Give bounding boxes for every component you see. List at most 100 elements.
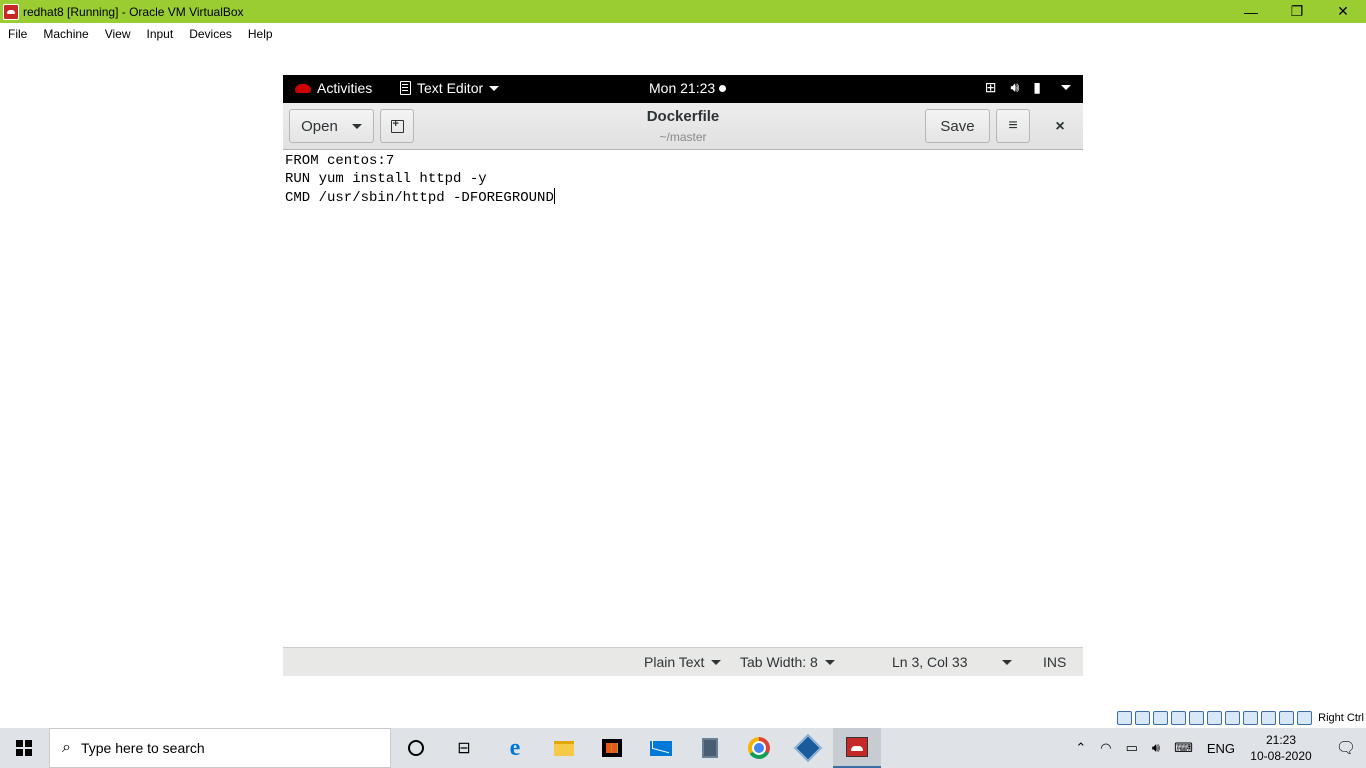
close-icon[interactable]: × bbox=[1048, 117, 1072, 137]
clock-time: 21:23 bbox=[1265, 733, 1297, 747]
store-icon bbox=[602, 739, 622, 757]
insert-mode-indicator: INS bbox=[1043, 654, 1066, 670]
vm-status-strip: Right Ctrl bbox=[1117, 709, 1366, 727]
battery-icon[interactable]: ▭ bbox=[1126, 740, 1138, 756]
code-line: FROM centos:7 bbox=[285, 153, 395, 169]
wifi-icon[interactable]: ◠ bbox=[1100, 740, 1111, 756]
store-button[interactable] bbox=[588, 728, 636, 768]
chevron-down-icon bbox=[1001, 659, 1012, 665]
menu-devices[interactable]: Devices bbox=[183, 27, 238, 41]
clock-button[interactable]: Mon 21:23 bbox=[649, 80, 727, 96]
window-title: redhat8 [Running] - Oracle VM VirtualBox bbox=[23, 4, 244, 19]
virtualbox-icon bbox=[793, 733, 823, 763]
tab-width-selector[interactable]: Tab Width: 8 bbox=[740, 654, 835, 670]
language-selector[interactable]: Plain Text bbox=[644, 654, 722, 670]
text-editor-area[interactable]: FROM centos:7 RUN yum install httpd -y C… bbox=[283, 150, 1083, 647]
chevron-down-icon bbox=[711, 659, 722, 665]
folder-icon bbox=[554, 740, 574, 756]
search-icon: ⌕ bbox=[62, 739, 71, 756]
volume-icon[interactable]: 🔊︎ bbox=[1152, 740, 1160, 756]
mouse-integration-icon[interactable] bbox=[1279, 711, 1295, 725]
text-editor-icon bbox=[400, 81, 411, 95]
text-cursor bbox=[553, 188, 555, 204]
volume-icon: 🔊︎ bbox=[1010, 79, 1020, 95]
virtualbox-vm-icon bbox=[3, 3, 19, 20]
network-adapter-icon[interactable] bbox=[1171, 711, 1187, 725]
edge-button[interactable]: e bbox=[491, 728, 539, 768]
cursor-position-selector[interactable]: Ln 3, Col 33 bbox=[892, 654, 1012, 670]
keyboard-capture-icon[interactable] bbox=[1297, 711, 1313, 725]
vm-window-titlebar: redhat8 [Running] - Oracle VM VirtualBox… bbox=[0, 0, 1366, 23]
chevron-down-icon bbox=[489, 85, 500, 91]
clock-label: Mon 21:23 bbox=[649, 80, 716, 96]
redhat-vm-icon bbox=[846, 737, 868, 757]
minimize-button[interactable]: — bbox=[1228, 0, 1274, 23]
windows-logo-icon bbox=[16, 740, 32, 756]
restore-button[interactable]: ❐ bbox=[1274, 0, 1320, 23]
guest-display[interactable]: Activities Text Editor Mon 21:23 ⊞ 🔊︎ ▮ … bbox=[283, 75, 1083, 676]
taskbar-search-box[interactable]: ⌕ Type here to search bbox=[49, 728, 391, 768]
gnome-top-bar: Activities Text Editor Mon 21:23 ⊞ 🔊︎ ▮ bbox=[283, 75, 1083, 103]
edge-icon: e bbox=[509, 734, 521, 761]
taskbar-clock[interactable]: 21:23 10-08-2020 bbox=[1246, 732, 1316, 764]
language-indicator[interactable]: ENG bbox=[1207, 741, 1235, 756]
window-controls: — ❐ ✕ bbox=[1228, 0, 1366, 23]
tab-width-label: Tab Width: 8 bbox=[740, 654, 818, 670]
task-view-icon: ⊟ bbox=[457, 740, 471, 757]
cpu-icon[interactable] bbox=[1261, 711, 1277, 725]
hamburger-menu-button[interactable]: ≡ bbox=[996, 109, 1030, 143]
activities-label: Activities bbox=[317, 80, 373, 96]
show-hidden-icons-icon[interactable]: ⌃ bbox=[1075, 740, 1086, 756]
language-label: Plain Text bbox=[644, 654, 705, 670]
calculator-button[interactable] bbox=[686, 728, 734, 768]
cortana-button[interactable] bbox=[392, 728, 440, 768]
cortana-icon bbox=[408, 740, 424, 756]
vm-menubar: File Machine View Input Devices Help bbox=[0, 23, 1366, 44]
usb-icon[interactable] bbox=[1189, 711, 1205, 725]
video-capture-icon[interactable] bbox=[1243, 711, 1259, 725]
notification-icon: 🗨︎ bbox=[1335, 740, 1357, 757]
activities-button[interactable]: Activities bbox=[295, 80, 372, 96]
mail-button[interactable] bbox=[637, 728, 685, 768]
editor-header-bar: Open Dockerfile ~/master Save ≡ × bbox=[283, 103, 1083, 150]
chevron-down-icon bbox=[824, 659, 835, 665]
display-icon[interactable] bbox=[1225, 711, 1241, 725]
menu-file[interactable]: File bbox=[2, 27, 33, 41]
app-menu-label: Text Editor bbox=[417, 80, 484, 96]
start-button[interactable] bbox=[0, 728, 48, 768]
system-menu-button[interactable]: ⊞ 🔊︎ ▮ bbox=[985, 79, 1071, 96]
close-window-button[interactable]: ✕ bbox=[1320, 0, 1366, 23]
windows-taskbar: ⌕ Type here to search ⊟ e ⌃ ◠ ▭ 🔊︎ ⌨ ENG… bbox=[0, 728, 1366, 768]
code-line: CMD /usr/sbin/httpd -DFOREGROUND bbox=[285, 188, 1081, 206]
file-explorer-button[interactable] bbox=[540, 728, 588, 768]
menu-input[interactable]: Input bbox=[141, 27, 180, 41]
menu-view[interactable]: View bbox=[99, 27, 137, 41]
menu-machine[interactable]: Machine bbox=[37, 27, 94, 41]
network-icon: ⊞ bbox=[984, 79, 997, 95]
chrome-button[interactable] bbox=[735, 728, 783, 768]
search-placeholder: Type here to search bbox=[80, 740, 205, 756]
vm-window-button[interactable] bbox=[833, 728, 881, 768]
optical-drive-icon[interactable] bbox=[1135, 711, 1151, 725]
virtualbox-button[interactable] bbox=[784, 728, 832, 768]
mail-icon bbox=[650, 740, 672, 756]
insert-mode-label: INS bbox=[1043, 654, 1067, 670]
action-center-button[interactable]: 🗨︎ bbox=[1326, 728, 1366, 768]
save-button[interactable]: Save bbox=[925, 109, 990, 143]
calculator-icon bbox=[702, 738, 718, 758]
battery-icon: ▮ bbox=[1033, 79, 1041, 95]
cursor-position-label: Ln 3, Col 33 bbox=[892, 654, 968, 670]
task-view-button[interactable]: ⊟ bbox=[440, 728, 488, 768]
chevron-down-icon bbox=[1061, 85, 1071, 90]
code-line-text: CMD /usr/sbin/httpd -DFOREGROUND bbox=[285, 190, 554, 206]
chrome-icon bbox=[748, 737, 770, 759]
host-key-label: Right Ctrl bbox=[1318, 712, 1364, 724]
shared-folders-icon[interactable] bbox=[1207, 711, 1223, 725]
editor-status-bar: Plain Text Tab Width: 8 Ln 3, Col 33 INS bbox=[283, 647, 1083, 676]
menu-help[interactable]: Help bbox=[242, 27, 279, 41]
keyboard-icon[interactable]: ⌨ bbox=[1174, 740, 1193, 756]
audio-icon[interactable] bbox=[1153, 711, 1169, 725]
notification-dot-icon bbox=[719, 84, 727, 92]
app-menu-button[interactable]: Text Editor bbox=[400, 80, 500, 96]
hard-disk-icon[interactable] bbox=[1117, 711, 1133, 725]
